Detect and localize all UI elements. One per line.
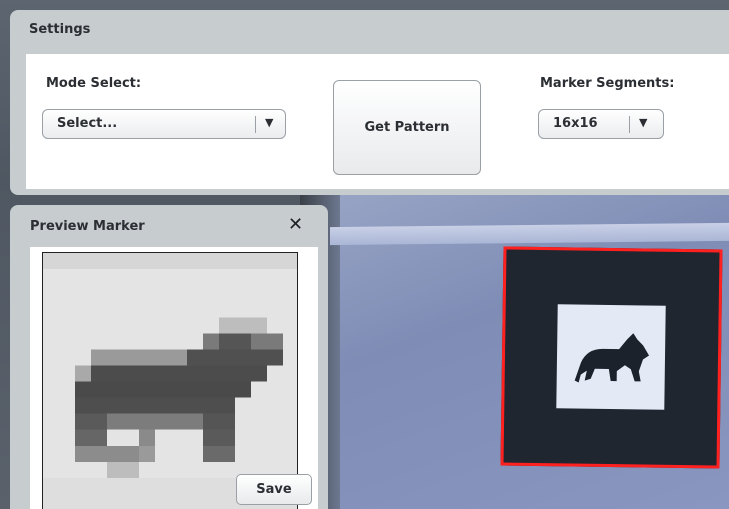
save-button[interactable]: Save: [236, 474, 312, 505]
marker-segments-value: 16x16: [553, 116, 598, 131]
marker-segments-label: Marker Segments:: [540, 76, 675, 91]
close-icon[interactable]: ✕: [288, 214, 303, 235]
settings-title: Settings: [29, 22, 91, 37]
marker-pattern: [556, 304, 666, 410]
marker-preview-image: [42, 252, 298, 509]
mode-select-dropdown[interactable]: Select... ▼: [42, 109, 286, 139]
get-pattern-button[interactable]: Get Pattern: [333, 80, 481, 175]
pixelated-animal-icon: [43, 253, 297, 509]
chevron-down-icon[interactable]: ▼: [265, 116, 273, 129]
chevron-down-icon[interactable]: ▼: [639, 116, 647, 129]
dropdown-separator: [255, 116, 256, 133]
dropdown-separator: [629, 116, 630, 133]
settings-body: Mode Select: Select... ▼ Get Pattern Mar…: [26, 54, 729, 189]
mode-select-value: Select...: [57, 116, 118, 131]
marker-segments-dropdown[interactable]: 16x16 ▼: [538, 109, 664, 139]
animal-silhouette-icon: [574, 333, 650, 383]
preview-body: Save: [30, 247, 318, 509]
preview-title: Preview Marker: [30, 219, 145, 234]
settings-panel: Settings Mode Select: Select... ▼ Get Pa…: [10, 10, 729, 195]
preview-marker-panel: Preview Marker ✕ Save: [10, 205, 328, 509]
mode-select-label: Mode Select:: [46, 76, 142, 91]
detected-marker: [500, 246, 723, 469]
